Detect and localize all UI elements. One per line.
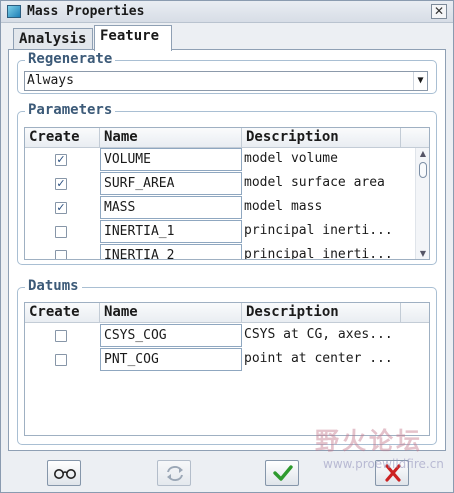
column-header-create[interactable]: Create [25,128,100,148]
datums-group: Datums Create Name Description CSYS_COG … [17,278,437,445]
close-button[interactable]: ✕ [431,4,447,19]
regenerate-group: Regenerate Always ▼ [17,51,437,94]
table-header: Create Name Description [25,128,429,148]
parameters-group: Parameters Create Name Description ✓ VOL… [17,102,437,265]
window-title: Mass Properties [27,4,145,19]
mass-properties-dialog: Mass Properties ✕ Analysis Regenerate Al… [0,0,454,493]
table-header: Create Name Description [25,303,429,323]
column-header-create[interactable]: Create [25,303,100,323]
parameters-legend: Parameters [25,102,116,118]
create-checkbox[interactable]: ✓ [55,178,67,190]
dropdown-arrow-icon[interactable]: ▼ [413,72,427,90]
description-cell: principal inerti... [244,223,393,238]
create-checkbox[interactable] [55,354,67,366]
description-cell: model volume [244,151,338,166]
tab-analysis[interactable]: Analysis [13,28,93,50]
ok-button[interactable] [265,460,299,486]
table-row: INERTIA_1 principal inerti... [25,220,415,244]
create-checkbox[interactable]: ✓ [55,202,67,214]
name-field[interactable]: MASS [100,196,242,219]
tab-feature[interactable]: Feature [94,25,172,51]
table-row: INERTIA_2 principal inerti... [25,244,415,260]
create-checkbox[interactable] [55,330,67,342]
title-bar: Mass Properties ✕ [1,1,453,23]
scroll-up-icon[interactable]: ▲ [416,148,429,160]
regenerate-dropdown[interactable]: Always ▼ [24,71,428,91]
create-checkbox[interactable] [55,226,67,238]
x-icon [385,464,401,482]
column-header-name[interactable]: Name [100,303,242,323]
description-cell: principal inerti... [244,247,393,260]
column-header-description[interactable]: Description [242,128,401,148]
description-cell: point at center ... [244,351,393,366]
button-bar [1,452,453,492]
column-header-name[interactable]: Name [100,128,242,148]
scroll-down-icon[interactable]: ▼ [416,248,429,259]
repeat-button[interactable] [157,460,191,486]
repeat-icon [167,466,183,481]
checkmark-icon [273,465,293,481]
description-cell: model surface area [244,175,385,190]
table-row: ✓ VOLUME model volume [25,148,415,172]
parameters-table: Create Name Description ✓ VOLUME model v… [24,127,430,260]
name-field[interactable]: VOLUME [100,148,242,171]
table-row: ✓ MASS model mass [25,196,415,220]
scroll-thumb[interactable] [419,162,427,178]
name-field[interactable]: INERTIA_1 [100,220,242,243]
glasses-icon [54,469,76,479]
name-field[interactable]: PNT_COG [100,348,242,371]
name-field[interactable]: SURF_AREA [100,172,242,195]
preview-button[interactable] [47,460,81,486]
create-checkbox[interactable]: ✓ [55,154,67,166]
description-cell: model mass [244,199,323,214]
description-cell: CSYS at CG, axes... [244,327,393,342]
app-icon [7,5,21,18]
cancel-button[interactable] [375,460,409,486]
regenerate-value: Always [27,73,74,88]
create-checkbox[interactable] [55,250,67,259]
table-row: PNT_COG point at center ... [25,348,415,372]
name-field[interactable]: CSYS_COG [100,324,242,347]
datums-legend: Datums [25,278,82,294]
name-field[interactable]: INERTIA_2 [100,244,242,259]
regenerate-legend: Regenerate [25,51,116,67]
table-row: CSYS_COG CSYS at CG, axes... [25,324,415,348]
column-header-description[interactable]: Description [242,303,401,323]
table-row: ✓ SURF_AREA model surface area [25,172,415,196]
datums-table: Create Name Description CSYS_COG CSYS at… [24,302,430,436]
parameters-scrollbar[interactable]: ▲ ▼ [415,148,429,259]
feature-panel: Regenerate Always ▼ Parameters Create Na… [8,49,446,451]
